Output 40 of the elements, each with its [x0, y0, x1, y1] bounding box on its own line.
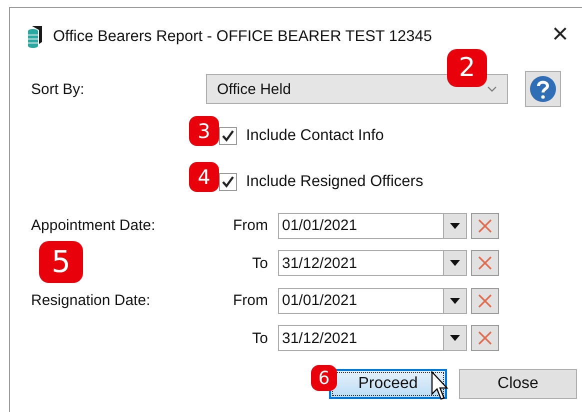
close-icon: [478, 294, 492, 308]
dialog-button[interactable]: Close: [459, 369, 577, 399]
dropdown-button[interactable]: [443, 250, 467, 276]
date-field[interactable]: 01/01/2021: [278, 212, 444, 239]
dropdown-button[interactable]: [443, 325, 467, 352]
date-field[interactable]: 31/12/2021: [278, 250, 444, 276]
sort-by-label: Sort By:: [31, 80, 86, 98]
callout-badge: 2: [447, 49, 487, 87]
checkbox-label[interactable]: Include Resigned Officers: [246, 173, 424, 191]
date-field[interactable]: 01/01/2021: [278, 288, 444, 314]
close-icon: [478, 331, 492, 346]
caret-icon: [450, 222, 460, 229]
close-icon: [478, 256, 492, 270]
chevron-down-icon: [487, 86, 497, 92]
cursor-icon: [431, 371, 451, 401]
date-range-label: Appointment Date:: [31, 217, 156, 234]
callout-badge: 3: [189, 116, 219, 146]
date-range-label: Resignation Date:: [31, 292, 152, 310]
help-icon: [529, 75, 557, 103]
app-icon: [27, 24, 43, 48]
help-button[interactable]: [525, 71, 561, 107]
checkbox-label[interactable]: Include Contact Info: [246, 127, 384, 145]
checkbox[interactable]: [219, 127, 237, 145]
close-icon: [478, 218, 492, 233]
date-bound-label: From: [232, 292, 269, 310]
callout-badge: 6: [311, 365, 337, 391]
caret-icon: [450, 298, 460, 304]
date-bound-label: To: [251, 330, 269, 347]
callout-badge: 5: [39, 241, 83, 283]
window-title: Office Bearers Report - OFFICE BEARER TEST 12345: [53, 28, 432, 46]
caret-icon: [450, 335, 460, 342]
callout-badge: 4: [189, 162, 219, 192]
close-button[interactable]: ×: [552, 18, 568, 50]
date-bound-label: From: [232, 217, 269, 234]
date-bound-label: To: [251, 254, 269, 272]
dropdown-button[interactable]: [443, 212, 467, 239]
caret-icon: [450, 260, 460, 266]
dropdown-button[interactable]: [443, 288, 467, 314]
checkbox[interactable]: [219, 173, 237, 191]
date-field[interactable]: 31/12/2021: [278, 325, 444, 352]
